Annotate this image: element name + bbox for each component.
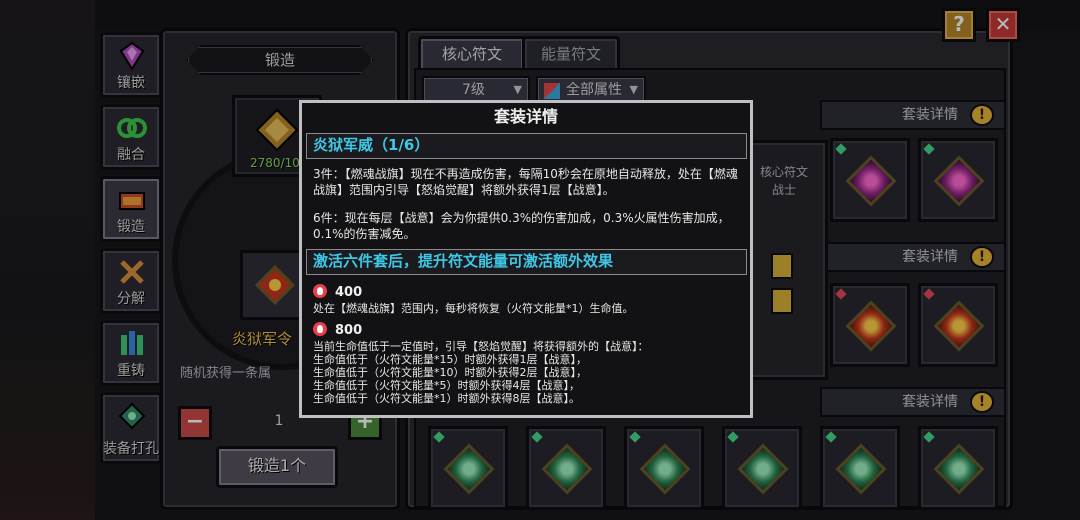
set-name-header: 炎狱军威（1/6） <box>306 133 747 159</box>
energy-value: 800 <box>335 323 363 338</box>
energy-value: 400 <box>335 285 363 300</box>
activate-extra-header: 激活六件套后，提升符文能量可激活额外效果 <box>306 249 747 275</box>
fire-energy-icon <box>313 284 327 298</box>
energy-effect-1: 处在【燃魂战旗】范围内，每秒将恢复（火符文能量*1）生命值。 <box>313 302 634 315</box>
set-effect-6: 6件：现在每层【战意】会为你提供0.3%的伤害加成，0.3%火属性伤害加成，0.… <box>313 211 730 241</box>
energy-threshold-1: 400 <box>313 284 362 300</box>
modal-title: 套装详情 <box>493 107 558 126</box>
set-effect-3: 3件：【燃魂战旗】现在不再造成伤害，每隔10秒会在原地自动释放，处在【燃魂战旗】… <box>313 167 738 197</box>
fire-energy-icon <box>313 322 327 336</box>
energy-effect-2: 当前生命值低于一定值时，引导【怒焰觉醒】将获得额外的【战意】： 生命值低于（火符… <box>313 340 649 405</box>
energy-threshold-2: 800 <box>313 322 362 338</box>
